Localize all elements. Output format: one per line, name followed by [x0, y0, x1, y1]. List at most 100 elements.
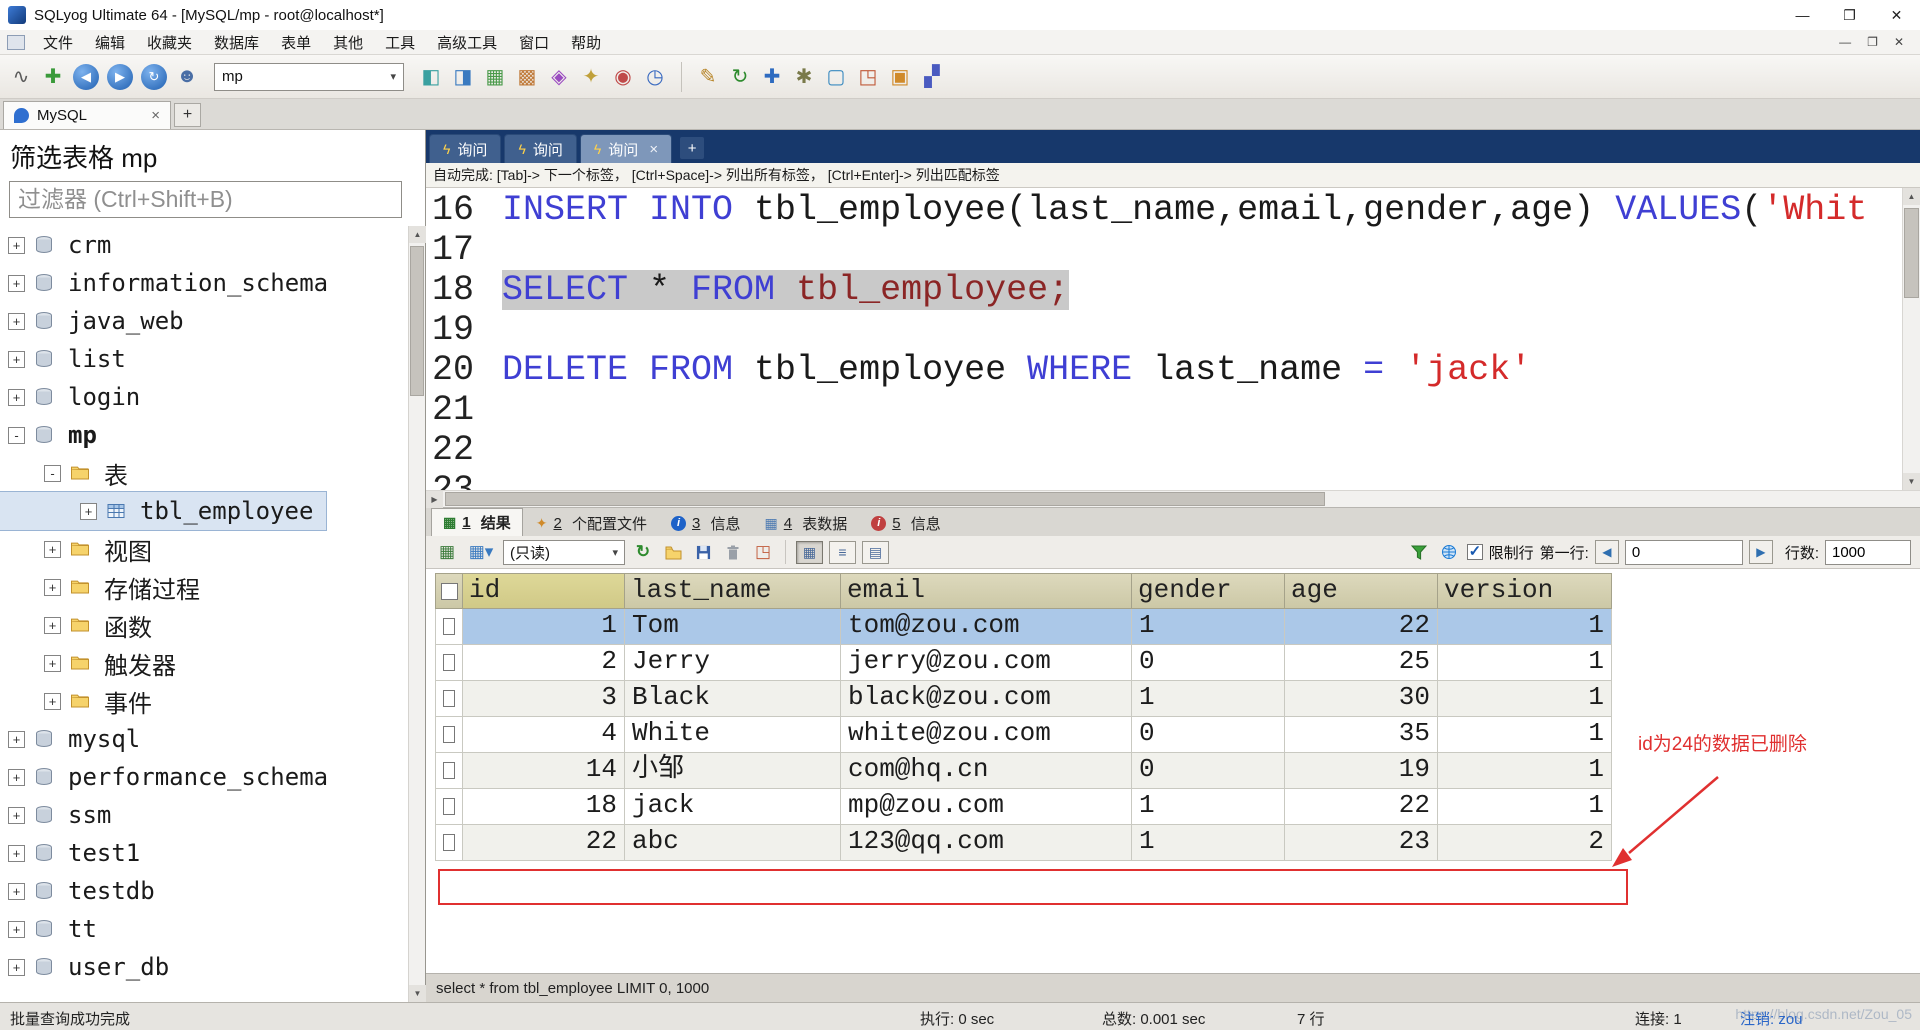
- menu-item-编辑[interactable]: 编辑: [84, 30, 136, 54]
- menu-item-帮助[interactable]: 帮助: [560, 30, 612, 54]
- menu-item-其他[interactable]: 其他: [322, 30, 374, 54]
- refresh-connection-icon[interactable]: ↻: [141, 64, 167, 90]
- expander-icon[interactable]: -: [44, 465, 61, 482]
- expander-icon[interactable]: +: [44, 617, 61, 634]
- expander-icon[interactable]: +: [8, 389, 25, 406]
- tree-item-ssm[interactable]: +ssm: [0, 796, 425, 834]
- tree-item-testdb[interactable]: +testdb: [0, 872, 425, 910]
- expander-icon[interactable]: +: [8, 313, 25, 330]
- expander-icon[interactable]: +: [8, 959, 25, 976]
- expander-icon[interactable]: +: [44, 541, 61, 558]
- menu-item-文件[interactable]: 文件: [32, 30, 84, 54]
- tree-item-tbl_employee[interactable]: +tbl_employee: [0, 492, 326, 530]
- mdi-minimize-button[interactable]: —: [1839, 35, 1851, 49]
- connect-icon[interactable]: ∿: [6, 62, 36, 92]
- expander-icon[interactable]: +: [8, 351, 25, 368]
- tree-item-login[interactable]: +login: [0, 378, 425, 416]
- limit-rows-checkbox[interactable]: [1467, 544, 1483, 560]
- result-tab-5[interactable]: i5 信息: [860, 510, 952, 536]
- tree-item-java_web[interactable]: +java_web: [0, 302, 425, 340]
- checkbox-icon[interactable]: [443, 654, 455, 671]
- scroll-up-icon[interactable]: ▲: [1903, 188, 1920, 205]
- checkbox-icon[interactable]: [443, 834, 455, 851]
- open-file-icon[interactable]: [661, 540, 685, 564]
- format-sql-icon[interactable]: ✎: [693, 62, 723, 92]
- connection-dropdown[interactable]: mp ▾: [214, 63, 404, 91]
- expander-icon[interactable]: +: [8, 921, 25, 938]
- data-sync-icon[interactable]: ◨: [448, 62, 478, 92]
- menu-item-高级工具[interactable]: 高级工具: [426, 30, 508, 54]
- expander-icon[interactable]: -: [8, 427, 25, 444]
- redundant-index-icon[interactable]: ◈: [544, 62, 574, 92]
- menu-item-收藏夹[interactable]: 收藏夹: [136, 30, 203, 54]
- editor-horizontal-scrollbar[interactable]: ◀ ▶: [426, 490, 1920, 507]
- new-query-icon[interactable]: ✚: [38, 62, 68, 92]
- scheduler-icon[interactable]: ◷: [640, 62, 670, 92]
- expander-icon[interactable]: +: [80, 503, 97, 520]
- expander-icon[interactable]: +: [8, 769, 25, 786]
- sql-formatter-icon[interactable]: ✦: [576, 62, 606, 92]
- scroll-down-icon[interactable]: ▼: [409, 985, 426, 1002]
- grid-add-icon[interactable]: ▦: [435, 540, 459, 564]
- grid-view-button[interactable]: ▦: [796, 541, 823, 564]
- expander-icon[interactable]: +: [8, 883, 25, 900]
- result-tab-4[interactable]: ▦4 表数据: [754, 510, 859, 536]
- grid-export-icon[interactable]: ▦▾: [465, 540, 497, 564]
- new-connection-tab-button[interactable]: +: [174, 103, 201, 127]
- mdi-restore-button[interactable]: ❐: [1867, 35, 1878, 49]
- tree-item-视图[interactable]: +视图: [0, 530, 425, 568]
- checkbox-icon[interactable]: [443, 726, 455, 743]
- checkbox-icon[interactable]: [443, 618, 455, 635]
- row-checkbox-cell[interactable]: [435, 609, 463, 645]
- maximize-button[interactable]: ❐: [1826, 0, 1873, 30]
- back-icon[interactable]: ◀: [73, 64, 99, 90]
- mdi-system-icon[interactable]: [7, 35, 25, 50]
- tree-item-test1[interactable]: +test1: [0, 834, 425, 872]
- monitor-icon[interactable]: ▢: [821, 62, 851, 92]
- new-query-tab-button[interactable]: +: [680, 137, 704, 159]
- first-row-input[interactable]: [1625, 540, 1743, 565]
- mdi-close-button[interactable]: ✕: [1894, 35, 1904, 49]
- editor-vertical-scrollbar[interactable]: ▲ ▼: [1902, 188, 1920, 490]
- expander-icon[interactable]: +: [8, 845, 25, 862]
- minimize-button[interactable]: —: [1779, 0, 1826, 30]
- row-checkbox-cell[interactable]: [435, 717, 463, 753]
- refresh-result-icon[interactable]: ↻: [631, 540, 655, 564]
- filter-funnel-icon[interactable]: [1407, 540, 1431, 564]
- menu-item-窗口[interactable]: 窗口: [508, 30, 560, 54]
- tree-item-mysql[interactable]: +mysql: [0, 720, 425, 758]
- result-tab-3[interactable]: i3 信息: [660, 510, 752, 536]
- form-view-button[interactable]: ▤: [862, 541, 889, 564]
- close-icon[interactable]: ×: [151, 107, 160, 124]
- tree-item-performance_schema[interactable]: +performance_schema: [0, 758, 425, 796]
- next-page-icon[interactable]: ▶: [1749, 540, 1773, 564]
- checkbox-icon[interactable]: [443, 690, 455, 707]
- row-checkbox-cell[interactable]: [435, 789, 463, 825]
- menu-item-表单[interactable]: 表单: [270, 30, 322, 54]
- expander-icon[interactable]: +: [44, 693, 61, 710]
- query-builder-icon[interactable]: ▦: [480, 62, 510, 92]
- prev-page-icon[interactable]: ◀: [1595, 540, 1619, 564]
- close-button[interactable]: ✕: [1873, 0, 1920, 30]
- delete-row-icon[interactable]: [721, 540, 745, 564]
- tree-item-mp[interactable]: -mp: [0, 416, 425, 454]
- tree-item-事件[interactable]: +事件: [0, 682, 425, 720]
- tree-item-information_schema[interactable]: +information_schema: [0, 264, 425, 302]
- checkbox-icon[interactable]: [443, 762, 455, 779]
- result-mode-dropdown[interactable]: (只读) ▾: [503, 540, 625, 565]
- query-tab-1[interactable]: ϟ询问: [429, 134, 501, 163]
- row-checkbox-cell[interactable]: [435, 825, 463, 861]
- expander-icon[interactable]: +: [8, 275, 25, 292]
- expander-icon[interactable]: +: [8, 237, 25, 254]
- row-checkbox-cell[interactable]: [435, 681, 463, 717]
- text-view-button[interactable]: ≡: [829, 541, 856, 564]
- add-favorite-icon[interactable]: ✚: [757, 62, 787, 92]
- row-checkbox-cell[interactable]: [435, 753, 463, 789]
- query-tab-3[interactable]: ϟ询问×: [580, 134, 672, 163]
- expander-icon[interactable]: +: [8, 731, 25, 748]
- menu-item-数据库[interactable]: 数据库: [203, 30, 270, 54]
- result-tab-2[interactable]: ✦2 个配置文件: [525, 510, 658, 536]
- column-header-age[interactable]: age: [1285, 573, 1438, 609]
- query-tab-2[interactable]: ϟ询问: [504, 134, 576, 163]
- refresh-all-icon[interactable]: ↻: [725, 62, 755, 92]
